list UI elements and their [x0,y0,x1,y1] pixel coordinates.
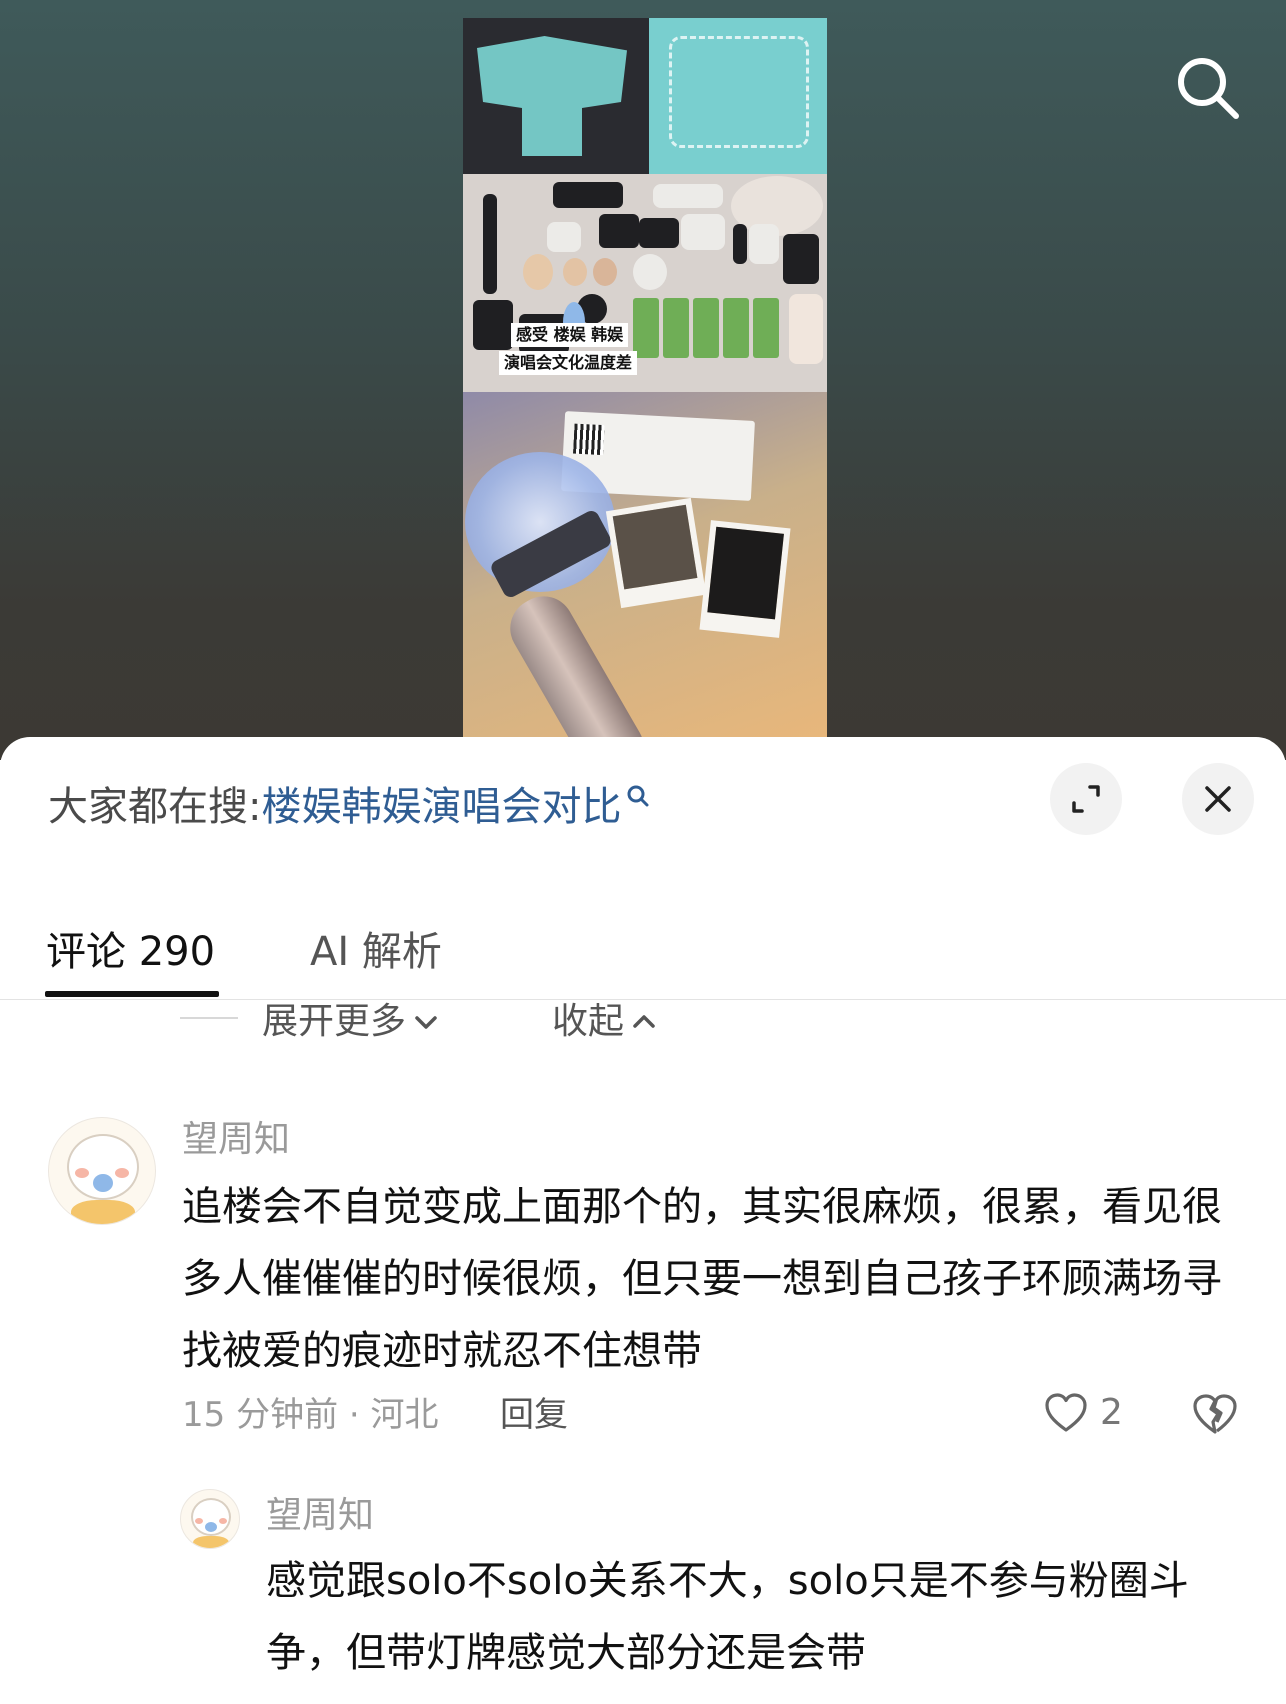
comments-sheet: 大家都在搜:楼娱韩娱演唱会对比 评论 290 AI 解析 展开更多 收起 望周知… [0,737,1286,1704]
collapse-link[interactable]: 收起 [552,999,658,1045]
thread-divider-line [180,1017,238,1019]
active-tab-indicator [45,991,219,997]
reply-avatar[interactable] [180,1489,240,1549]
comment-time-location: 15 分钟前 · 河北 [182,1395,439,1435]
tab-ai-analysis[interactable]: AI 解析 [310,922,442,982]
post-media-area[interactable]: 感受 楼娱 韩娱 演唱会文化温度差 [0,0,1286,760]
hot-search-bar[interactable]: 大家都在搜:楼娱韩娱演唱会对比 [48,781,651,833]
tab-comments[interactable]: 评论 290 [46,922,215,982]
hot-search-prefix: 大家都在搜: [48,784,262,830]
chevron-down-icon [415,1016,437,1029]
broken-heart-icon [1193,1394,1237,1434]
reply-username[interactable]: 望周知 [266,1493,374,1539]
avatar[interactable] [48,1117,156,1225]
dislike-button[interactable] [1190,1389,1240,1439]
comment-username[interactable]: 望周知 [182,1117,290,1163]
close-icon [1205,786,1231,812]
thread-controls: 展开更多 收起 [0,999,1286,1069]
close-button[interactable] [1182,763,1254,835]
collapse-label: 收起 [552,1001,625,1042]
fullscreen-button[interactable] [1050,763,1122,835]
like-button[interactable]: 2 [1042,1389,1123,1437]
reply-button[interactable]: 回复 [500,1393,568,1437]
polaroid-photo [605,497,707,609]
chevron-up-icon [633,1015,655,1028]
slogan-banner-dark [463,18,649,174]
expand-more-label: 展开更多 [262,1001,407,1042]
search-icon[interactable] [1170,50,1246,126]
fullscreen-icon [1072,785,1100,813]
slogan-banner-photo [463,18,827,174]
expand-more-link[interactable]: 展开更多 [262,999,440,1045]
image-caption-line2: 演唱会文化温度差 [499,351,638,375]
slogan-banner-mint [649,18,827,174]
polaroid-photo [699,520,791,638]
image-caption-line1: 感受 楼娱 韩娱 [511,323,629,347]
like-count: 2 [1100,1392,1123,1433]
comment-text: 追楼会不自觉变成上面那个的，其实很麻烦，很累，看见很多人催催催的时候很烦，但只要… [182,1184,1222,1374]
post-image-collage[interactable]: 感受 楼娱 韩娱 演唱会文化温度差 [463,18,827,738]
sheet-tabs: 评论 290 AI 解析 [0,897,1286,1001]
app-screen: 感受 楼娱 韩娱 演唱会文化温度差 大家都在搜:楼娱韩娱演唱会对比 评论 290… [0,0,1286,1704]
heart-icon [1045,1393,1087,1432]
ticket-lightstick-photo [463,392,827,738]
search-icon [627,785,649,807]
hot-search-keyword[interactable]: 楼娱韩娱演唱会对比 [261,784,621,830]
reply-text: 感觉跟solo不solo关系不大，solo只是不参与粉圈斗争，但带灯牌感觉大部分… [266,1558,1189,1676]
